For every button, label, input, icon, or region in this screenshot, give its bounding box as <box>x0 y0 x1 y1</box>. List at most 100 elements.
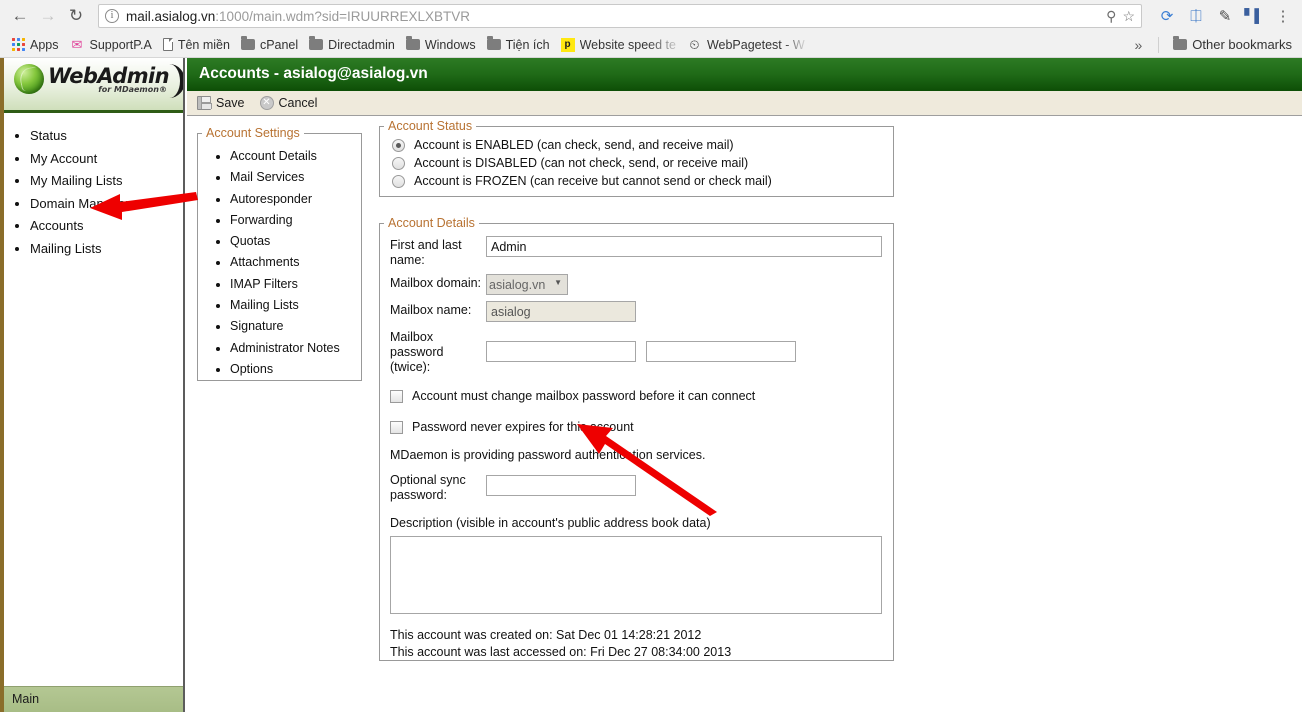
mailbox-name-input[interactable] <box>486 301 636 322</box>
browser-chrome: ← → ↻ i mail.asialog.vn:1000/main.wdm?si… <box>0 0 1302 58</box>
description-textarea[interactable] <box>390 536 882 614</box>
bookmark-tien-ich[interactable]: Tiện ích <box>483 36 557 54</box>
status-option-label: Account is ENABLED (can check, send, and… <box>414 138 734 152</box>
bookmark-label: cPanel <box>259 37 299 52</box>
sidebar-item-label: Accounts <box>30 218 84 233</box>
bookmark-divider <box>1158 36 1160 53</box>
bookmark-label: Website speed te <box>579 37 676 52</box>
checkbox-row-must-change-password[interactable]: Account must change mailbox password bef… <box>380 389 893 403</box>
radio-disabled[interactable] <box>392 156 405 170</box>
sync-password-input[interactable] <box>486 475 636 496</box>
webpagetest-icon: ⏲ <box>689 36 700 52</box>
must-change-password-checkbox[interactable] <box>390 389 403 403</box>
folder-icon <box>486 36 501 50</box>
status-option-label: Account is DISABLED (can not check, send… <box>414 156 749 170</box>
first-last-name-input[interactable] <box>486 236 882 257</box>
bookmark-windows[interactable]: Windows <box>402 36 483 54</box>
settings-item-label: Mailing Lists <box>230 298 299 313</box>
extension-blue-refresh-icon[interactable]: ⟳ <box>1154 3 1180 29</box>
bookmark-other-bookmarks[interactable]: Other bookmarks <box>1169 35 1294 54</box>
settings-item-quotas[interactable]: Quotas <box>230 233 361 249</box>
bookmarks-bar: Apps ✉ SupportP.A Tên miền cPanel Direct… <box>0 32 1302 58</box>
logo-title: WebAdmin <box>48 63 170 88</box>
mailbox-domain-label: Mailbox domain: <box>390 276 482 290</box>
mailbox-domain-select[interactable]: asialog.vn <box>486 274 568 295</box>
sidebar-item-status[interactable]: Status <box>30 127 183 144</box>
sidebar-item-mailing-lists[interactable]: Mailing Lists <box>30 240 183 257</box>
settings-item-forwarding[interactable]: Forwarding <box>230 212 361 228</box>
bookmark-apps[interactable]: Apps <box>8 36 66 54</box>
bookmark-directadmin[interactable]: Directadmin <box>305 36 402 54</box>
back-icon[interactable]: ← <box>6 2 34 30</box>
bookmark-label: Other bookmarks <box>1192 37 1292 52</box>
settings-item-label: Signature <box>230 319 284 334</box>
settings-item-autoresponder[interactable]: Autoresponder <box>230 191 361 207</box>
bookmark-supportpa[interactable]: ✉ SupportP.A <box>66 36 159 54</box>
settings-item-administrator-notes[interactable]: Administrator Notes <box>230 340 361 356</box>
sidebar-item-my-mailing-lists[interactable]: My Mailing Lists <box>30 172 183 189</box>
browser-nav-bar: ← → ↻ i mail.asialog.vn:1000/main.wdm?si… <box>0 0 1302 32</box>
settings-item-label: IMAP Filters <box>230 276 298 291</box>
sidebar-item-accounts[interactable]: Accounts <box>30 217 183 234</box>
first-last-name-label: First and last name: <box>390 238 462 267</box>
status-option-frozen[interactable]: Account is FROZEN (can receive but canno… <box>380 172 893 190</box>
address-bar[interactable]: i mail.asialog.vn:1000/main.wdm?sid=IRUU… <box>98 4 1142 28</box>
settings-item-account-details[interactable]: Account Details <box>230 148 361 164</box>
settings-item-imap-filters[interactable]: IMAP Filters <box>230 276 361 292</box>
reload-icon[interactable]: ↻ <box>62 2 90 30</box>
extension-eyedropper-icon[interactable]: ✎ <box>1212 3 1238 29</box>
action-toolbar: Save ✕ Cancel <box>187 91 1302 116</box>
bookmark-label: Tên miền <box>177 37 230 52</box>
settings-item-label: Autoresponder <box>230 191 313 206</box>
status-option-enabled[interactable]: Account is ENABLED (can check, send, and… <box>380 136 893 154</box>
account-status-panel: Account Status Account is ENABLED (can c… <box>379 119 894 197</box>
radio-frozen[interactable] <box>392 174 405 188</box>
settings-item-label: Administrator Notes <box>230 340 340 355</box>
never-expires-checkbox[interactable] <box>390 420 403 434</box>
bookmark-website-speed-test[interactable]: p Website speed te <box>557 36 683 54</box>
status-option-disabled[interactable]: Account is DISABLED (can not check, send… <box>380 154 893 172</box>
settings-item-mailing-lists[interactable]: Mailing Lists <box>230 297 361 313</box>
settings-item-options[interactable]: Options <box>230 361 361 377</box>
account-status-legend: Account Status <box>388 119 473 133</box>
key-icon[interactable]: ⚲ <box>1106 8 1116 25</box>
sidebar-nav: Status My Account My Mailing Lists Domai… <box>4 113 183 257</box>
settings-item-attachments[interactable]: Attachments <box>230 254 361 270</box>
radio-enabled[interactable] <box>392 138 405 152</box>
extension-analytics-icon[interactable]: ▘▌ <box>1241 3 1267 29</box>
folder-icon <box>405 36 420 50</box>
info-circle-icon[interactable]: i <box>105 9 119 23</box>
settings-item-label: Quotas <box>230 234 271 249</box>
webadmin-logo: WebAdmin for MDaemon® <box>4 58 183 113</box>
bookmark-webpagetest[interactable]: ⏲ WebPagetest - W <box>683 36 812 54</box>
sidebar-item-domain-manager[interactable]: Domain Manager <box>30 195 183 212</box>
settings-item-signature[interactable]: Signature <box>230 318 361 334</box>
must-change-password-label: Account must change mailbox password bef… <box>412 389 756 403</box>
bookmark-label: Apps <box>30 37 59 52</box>
bookmarks-overflow-button[interactable]: » <box>1129 37 1149 53</box>
cancel-button[interactable]: ✕ Cancel <box>259 96 317 110</box>
bookmark-cpanel[interactable]: cPanel <box>237 36 305 54</box>
bookmark-label: Windows <box>424 37 476 52</box>
sidebar-item-label: My Account <box>30 150 98 166</box>
forward-icon[interactable]: → <box>34 2 62 30</box>
mailbox-password-input-1[interactable] <box>486 341 636 362</box>
account-settings-list: Account Details Mail Services Autorespon… <box>198 148 361 377</box>
sidebar-item-my-account[interactable]: My Account <box>30 150 183 167</box>
form-area: Account Settings Account Details Mail Se… <box>187 116 1302 661</box>
account-details-panel: Account Details First and lastname: Mail… <box>379 216 894 661</box>
url-text: mail.asialog.vn:1000/main.wdm?sid=IRUURR… <box>126 9 470 24</box>
mailbox-password-input-2[interactable] <box>646 341 796 362</box>
bookmark-ten-mien[interactable]: Tên miền <box>159 36 237 54</box>
save-button[interactable]: Save <box>197 96 245 110</box>
cancel-circle-icon: ✕ <box>259 96 274 110</box>
extension-blue-panel-icon[interactable]: ⎅ <box>1183 3 1209 29</box>
support-icon: ✉ <box>71 36 83 52</box>
settings-item-label: Options <box>230 361 274 376</box>
floppy-disk-icon <box>197 96 212 110</box>
checkbox-row-never-expires[interactable]: Password never expires for this account <box>380 420 893 434</box>
field-mailbox-domain: Mailbox domain: asialog.vn <box>380 274 893 295</box>
kebab-menu-icon[interactable]: ⋮ <box>1270 3 1296 29</box>
settings-item-mail-services[interactable]: Mail Services <box>230 169 361 185</box>
star-icon[interactable]: ☆ <box>1122 8 1135 25</box>
